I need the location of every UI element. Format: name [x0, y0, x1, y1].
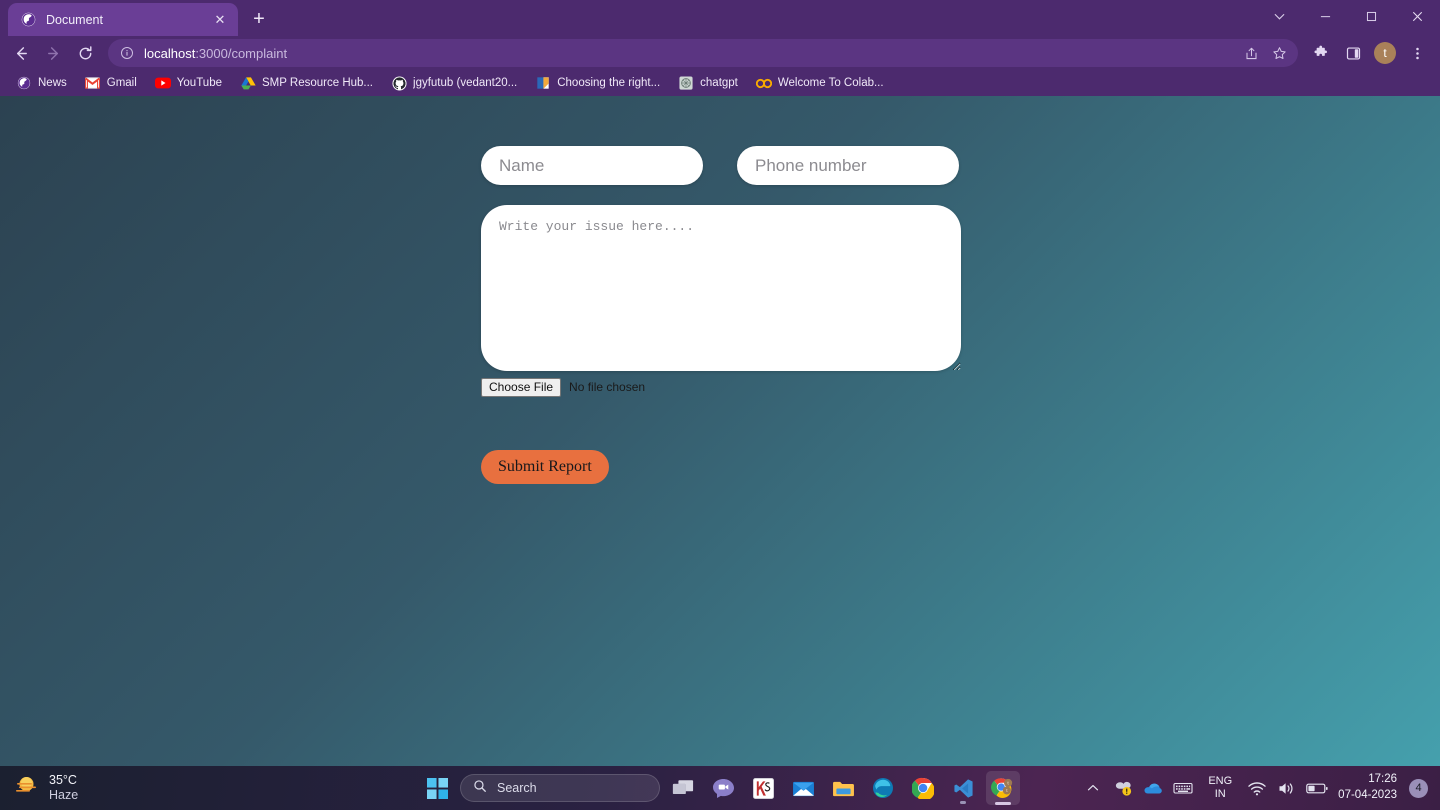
choose-file-button[interactable]: Choose File	[481, 377, 562, 397]
weather-temperature: 35°C	[49, 773, 77, 788]
bookmark-label: jgyfutub (vedant20...	[413, 77, 518, 89]
bookmarks-bar: News Gmail YouTube SMP Resource Hub... j…	[0, 70, 1440, 96]
bookmark-label: Gmail	[106, 77, 137, 89]
search-input[interactable]: Search	[460, 774, 660, 802]
windows-taskbar: 35°C Haze Search t t ENG IN 17:26 07-04-…	[0, 766, 1440, 810]
browser-window: Document ✕ + localhost:3000/complaint t …	[0, 0, 1440, 766]
bookmark-chatgpt[interactable]: chatgpt	[672, 72, 744, 94]
taskbar-center-group: Search t t	[420, 771, 1020, 805]
url-path: :3000/complaint	[195, 45, 288, 61]
file-explorer-button[interactable]	[826, 771, 860, 805]
reload-icon[interactable]	[70, 38, 100, 68]
name-input[interactable]	[481, 146, 703, 185]
language-indicator[interactable]: ENG IN	[1200, 775, 1240, 800]
name-phone-row	[481, 146, 961, 185]
chat-teams-button[interactable]	[706, 771, 740, 805]
complaint-form: Choose File No file chosen Submit Report	[481, 146, 961, 484]
maximize-button[interactable]	[1348, 0, 1394, 32]
openai-icon	[678, 75, 694, 91]
phone-number-input[interactable]	[737, 146, 959, 185]
browser-tab[interactable]: Document ✕	[8, 3, 238, 36]
bookmark-label: Welcome To Colab...	[777, 77, 884, 89]
close-window-button[interactable]	[1394, 0, 1440, 32]
bookmark-choosing-the-right[interactable]: Choosing the right...	[529, 72, 666, 94]
colab-icon	[755, 75, 772, 91]
bookmark-label: News	[38, 77, 67, 89]
search-icon	[473, 779, 487, 798]
language-secondary: IN	[1214, 788, 1226, 800]
google-drive-icon	[240, 75, 256, 91]
security-warning-icon[interactable]	[1110, 773, 1136, 803]
file-input-row[interactable]: Choose File No file chosen	[481, 377, 961, 397]
tab-strip: Document ✕ +	[0, 0, 1440, 36]
bookmark-colab[interactable]: Welcome To Colab...	[750, 72, 890, 94]
url-host: localhost	[144, 45, 196, 61]
task-view-button[interactable]	[666, 771, 700, 805]
mail-button[interactable]	[786, 771, 820, 805]
info-circle-icon[interactable]	[118, 44, 136, 62]
system-tray: ENG IN 17:26 07-04-2023 4	[1080, 766, 1440, 810]
back-icon[interactable]	[6, 38, 36, 68]
wifi-icon[interactable]	[1244, 773, 1270, 803]
bookmark-youtube[interactable]: YouTube	[149, 72, 228, 94]
youtube-icon	[154, 75, 171, 91]
battery-icon[interactable]	[1304, 773, 1330, 803]
address-bar[interactable]: localhost:3000/complaint	[108, 39, 1298, 67]
vs-code-button[interactable]	[946, 771, 980, 805]
globe-icon	[20, 12, 36, 28]
ks-app-button[interactable]	[746, 771, 780, 805]
keyboard-icon[interactable]	[1170, 773, 1196, 803]
three-dot-menu-icon[interactable]	[1402, 38, 1432, 68]
omnibox-actions	[1238, 40, 1292, 66]
bookmark-label: SMP Resource Hub...	[262, 77, 374, 89]
puzzle-icon[interactable]	[1306, 38, 1336, 68]
avatar[interactable]: t	[1374, 42, 1396, 64]
weather-condition: Haze	[49, 788, 79, 802]
new-tab-button[interactable]: +	[245, 5, 273, 33]
share-icon[interactable]	[1238, 40, 1264, 66]
clock-date: 07-04-2023	[1338, 789, 1397, 801]
globe-icon	[16, 75, 32, 91]
bookmark-label: YouTube	[176, 77, 222, 89]
bookmark-label: Choosing the right...	[557, 77, 661, 89]
issue-textarea[interactable]	[481, 205, 961, 371]
bookmark-gmail[interactable]: Gmail	[79, 72, 143, 94]
browser-toolbar: localhost:3000/complaint t	[0, 36, 1440, 70]
submit-report-button[interactable]: Submit Report	[481, 450, 609, 484]
language-primary: ENG	[1208, 775, 1233, 788]
bookmark-label: chatgpt	[700, 77, 738, 89]
weather-widget[interactable]: 35°C Haze	[14, 773, 78, 803]
file-status-label: No file chosen	[569, 380, 646, 394]
haze-sun-icon	[14, 774, 40, 803]
window-controls	[1256, 0, 1440, 32]
weather-text: 35°C Haze	[49, 773, 78, 803]
onedrive-cloud-icon[interactable]	[1140, 773, 1166, 803]
bookmark-smp-resource-hub[interactable]: SMP Resource Hub...	[234, 72, 379, 94]
windows-start-icon[interactable]	[420, 771, 454, 805]
close-icon[interactable]: ✕	[210, 10, 230, 30]
forward-icon	[38, 38, 68, 68]
document-icon	[535, 75, 551, 91]
page-viewport: Choose File No file chosen Submit Report	[0, 96, 1440, 766]
tab-title: Document	[46, 12, 103, 27]
microsoft-edge-button[interactable]	[866, 771, 900, 805]
github-icon	[391, 75, 407, 91]
url-text: localhost:3000/complaint	[144, 46, 1238, 61]
tab-search-button[interactable]	[1256, 0, 1302, 32]
notification-count-badge[interactable]: 4	[1409, 778, 1428, 798]
chevron-up-icon[interactable]	[1080, 773, 1106, 803]
google-chrome-button[interactable]	[906, 771, 940, 805]
search-placeholder-label: Search	[497, 781, 537, 795]
clock-time: 17:26	[1368, 773, 1397, 786]
minimize-button[interactable]	[1302, 0, 1348, 32]
bookmark-github[interactable]: jgyfutub (vedant20...	[385, 72, 523, 94]
gmail-icon	[85, 75, 101, 91]
speaker-icon[interactable]	[1274, 773, 1300, 803]
google-chrome-active-button[interactable]: t t	[986, 771, 1020, 805]
clock[interactable]: 17:26 07-04-2023	[1334, 772, 1405, 803]
bookmark-news[interactable]: News	[10, 72, 73, 94]
star-icon[interactable]	[1266, 40, 1292, 66]
side-panel-icon[interactable]	[1338, 38, 1368, 68]
